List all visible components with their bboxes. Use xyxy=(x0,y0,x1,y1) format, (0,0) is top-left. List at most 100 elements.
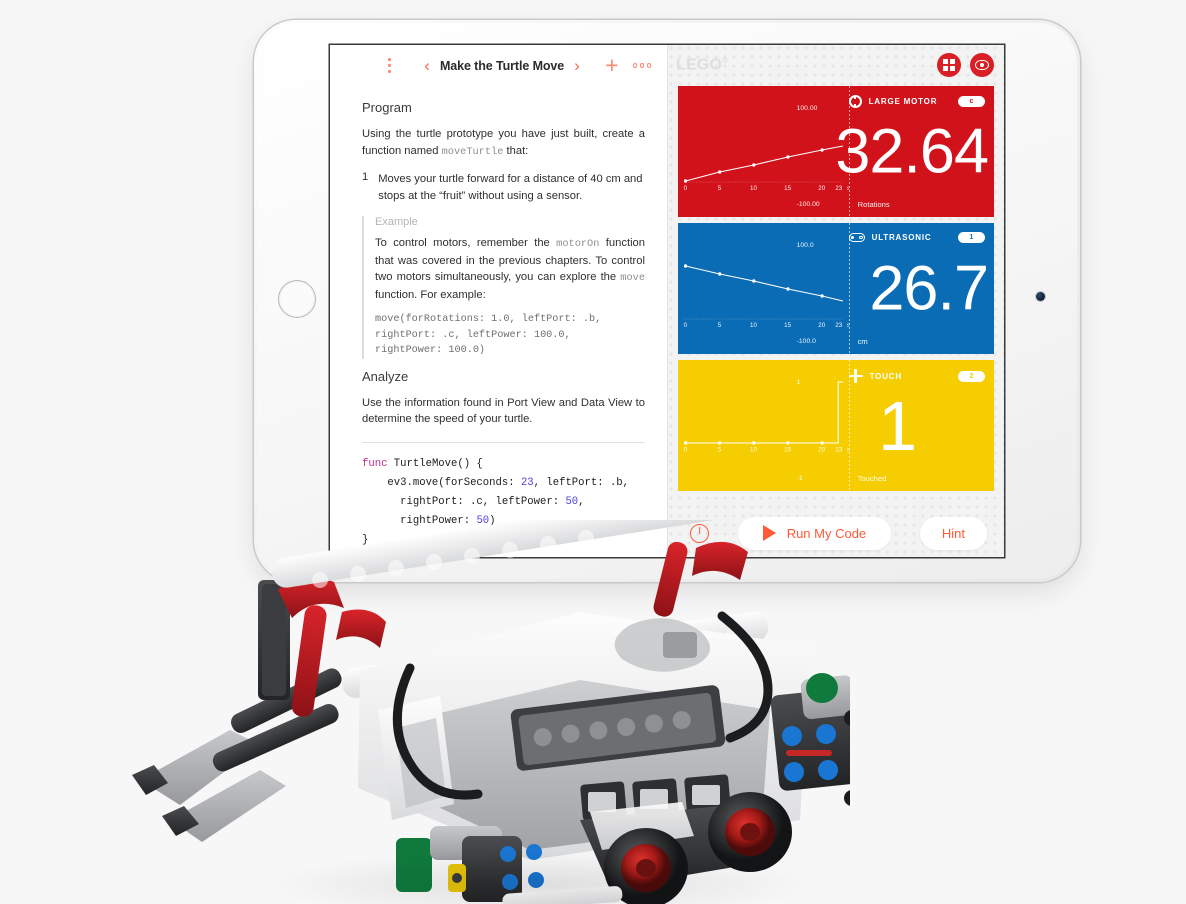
ultrasonic-port-badge[interactable]: 1 xyxy=(958,232,985,243)
swift-code-editor[interactable]: func TurtleMove() { ev3.move(forSeconds:… xyxy=(362,455,645,558)
motor-header: 100.00 LARGE MOTOR c xyxy=(797,95,985,112)
example-text-c: function. For example: xyxy=(375,288,486,301)
port-view-button[interactable] xyxy=(970,53,994,77)
step-number: 1 xyxy=(362,171,369,183)
code-line-4b: ) xyxy=(489,514,496,527)
hint-button[interactable]: Hint xyxy=(919,516,987,550)
example-label: Example xyxy=(375,216,418,228)
grid-icon[interactable] xyxy=(345,57,362,74)
lesson-pane: ‹ Make the Turtle Move › + Program Using… xyxy=(330,45,668,557)
next-lesson-button[interactable]: › xyxy=(574,57,580,74)
ultrasonic-header: 100.0 ULTRASONIC 1 xyxy=(797,232,985,249)
lesson-toolbar: ‹ Make the Turtle Move › + xyxy=(330,45,667,86)
layout-grid-button[interactable] xyxy=(937,53,961,77)
ultrasonic-value: 26.7 xyxy=(869,253,989,323)
ultrasonic-title: ULTRASONIC xyxy=(871,233,932,242)
run-my-code-button[interactable]: Run My Code xyxy=(737,516,892,550)
svg-text:10: 10 xyxy=(750,447,757,454)
tablet-screen: ‹ Make the Turtle Move › + Program Using… xyxy=(330,45,1004,557)
svg-text:10: 10 xyxy=(750,322,757,329)
code-number-23: 23 xyxy=(520,476,534,489)
motor-unit: Rotations xyxy=(857,200,890,209)
code-line-2b: , leftPort: .b, xyxy=(533,476,630,489)
power-icon[interactable] xyxy=(690,523,709,543)
svg-text:5: 5 xyxy=(718,322,722,329)
grid-icon xyxy=(943,59,955,71)
robot-lower-detail xyxy=(396,826,623,904)
touch-chart-plot: 0 5 10 15 20 23 secs xyxy=(678,360,849,491)
home-button[interactable] xyxy=(278,280,316,318)
ultrasonic-chart-plot: 0 5 10 15 20 23 secs xyxy=(678,223,849,354)
svg-text:23: 23 xyxy=(835,447,842,454)
program-intro-text-b: that: xyxy=(503,144,529,157)
front-camera-icon xyxy=(1036,292,1045,301)
ultrasonic-axis-min: -100.0 xyxy=(796,338,816,345)
motor-axis-max: 100.00 xyxy=(796,105,818,112)
code-line-6: TurtleMove() xyxy=(362,553,438,558)
robot-ev3-brick: PC xyxy=(358,612,810,860)
touch-title: TOUCH xyxy=(869,371,902,381)
touch-unit: Touched xyxy=(857,474,887,483)
code-number-50a: 50 xyxy=(565,495,579,508)
example-callout: Example To control motors, remember the … xyxy=(362,216,645,359)
sensor-panel-touch[interactable]: 0 5 10 15 20 23 secs 1 TOUCH 2 xyxy=(678,360,994,491)
sensor-panels: 0 5 10 15 20 23 secs 100.00 LARGE MOTOR xyxy=(668,86,1004,491)
robot-shadow xyxy=(260,850,820,904)
more-dot xyxy=(632,63,637,68)
more-dot xyxy=(639,63,644,68)
play-icon xyxy=(762,525,776,541)
run-button-label: Run My Code xyxy=(786,525,867,541)
lesson-content: Program Using the turtle prototype you h… xyxy=(330,86,667,557)
ultrasonic-x-axis-labels: 0 5 10 15 20 23 secs xyxy=(684,322,849,329)
blue-pin-icons xyxy=(782,724,838,782)
motor-chart-plot: 0 5 10 15 20 23 secs xyxy=(678,86,849,217)
robot-ports xyxy=(580,774,731,821)
motor-axis-min: -100.00 xyxy=(796,201,820,208)
add-button[interactable]: + xyxy=(605,54,618,77)
touch-x-axis-labels: 0 5 10 15 20 23 secs xyxy=(684,447,849,454)
touch-header: 1 TOUCH 2 xyxy=(797,369,985,386)
svg-text:15: 15 xyxy=(784,185,791,192)
more-icon[interactable] xyxy=(632,63,651,68)
touch-readout: 1 TOUCH 2 1 -1 Touched xyxy=(797,360,994,491)
ultrasonic-unit: cm xyxy=(857,337,868,346)
svg-text:0: 0 xyxy=(684,322,688,329)
topbar-actions xyxy=(937,53,994,77)
robot-right-mechanism xyxy=(770,673,887,806)
svg-text:20: 20 xyxy=(818,185,825,192)
sensor-panel-ultrasonic[interactable]: 0 5 10 15 20 23 secs 100.0 ULTRASONIC xyxy=(678,223,994,354)
analyze-heading: Analyze xyxy=(362,368,409,384)
svg-text:5: 5 xyxy=(718,447,722,454)
robot-wheels xyxy=(580,792,792,904)
robot-left-legs xyxy=(132,580,342,842)
touch-axis-max: 1 xyxy=(796,379,801,386)
more-dot xyxy=(646,63,651,68)
touch-port-badge[interactable]: 2 xyxy=(958,370,985,382)
svg-text:0: 0 xyxy=(684,447,688,454)
list-row xyxy=(387,58,394,61)
svg-text:20: 20 xyxy=(818,447,825,454)
motor-port-badge[interactable]: c xyxy=(958,96,985,107)
lego-topbar: LEGO® xyxy=(668,45,1004,86)
example-text: To control motors, remember the motorOn … xyxy=(375,235,645,303)
list-item: 1 Moves your turtle forward for a distan… xyxy=(362,171,645,204)
ultrasonic-axis-max: 100.0 xyxy=(796,242,814,249)
list-icon[interactable] xyxy=(382,58,399,73)
ultrasonic-readout: 100.0 ULTRASONIC 1 26.7 -100.0 cm xyxy=(797,223,994,354)
code-line-1: TurtleMove() { xyxy=(387,457,483,470)
svg-text:15: 15 xyxy=(784,447,791,454)
analyze-text: Use the information found in Port View a… xyxy=(362,396,645,426)
robot-cables xyxy=(392,611,773,869)
sensor-panel-large-motor[interactable]: 0 5 10 15 20 23 secs 100.00 LARGE MOTOR xyxy=(678,86,994,217)
svg-text:23: 23 xyxy=(835,322,842,329)
robot-red-claws xyxy=(278,541,748,831)
code-line-4a: rightPower: xyxy=(362,514,477,527)
lesson-nav: ‹ Make the Turtle Move › xyxy=(399,57,605,74)
example-text-a: To control motors, remember the xyxy=(375,237,557,249)
svg-text:PC: PC xyxy=(590,835,602,845)
touch-icon xyxy=(848,369,863,383)
prev-lesson-button[interactable]: ‹ xyxy=(424,57,430,74)
inline-code-moveturtle: moveTurtle xyxy=(441,145,504,158)
code-line-5: } xyxy=(362,533,369,546)
list-row xyxy=(387,64,394,67)
